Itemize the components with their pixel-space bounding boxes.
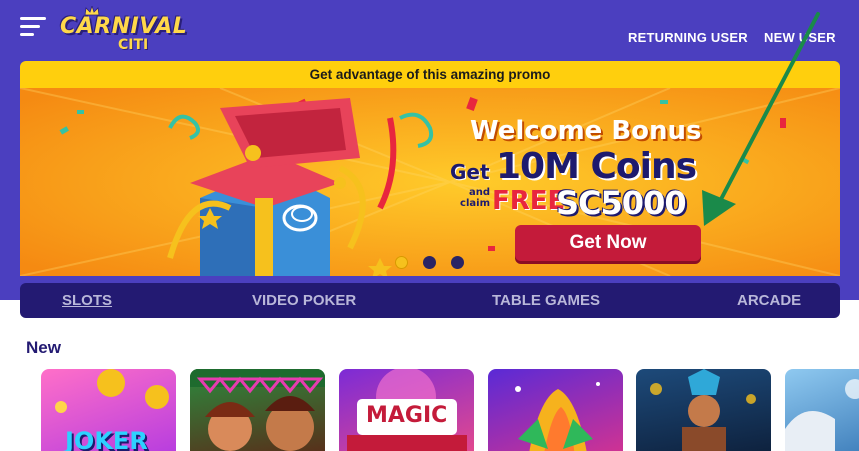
game-title: MAGIC (366, 403, 448, 428)
game-tile[interactable] (785, 369, 859, 451)
tab-video-poker[interactable]: VIDEO POKER (252, 283, 356, 318)
carousel-dot[interactable] (451, 256, 464, 269)
logo[interactable]: CARNIVAL CITI (60, 6, 187, 53)
logo-text-carnival: CARNIVAL (60, 14, 188, 39)
banner-coins-text: 10M Coins (496, 146, 697, 187)
game-tile[interactable] (488, 369, 623, 451)
carousel-dot[interactable] (395, 256, 408, 269)
game-tile[interactable]: JOKER (41, 369, 176, 451)
game-thumbnail (190, 369, 325, 451)
game-tile[interactable]: MAGIC (339, 369, 474, 451)
hamburger-menu-icon[interactable] (20, 17, 46, 37)
banner-artwork (20, 88, 840, 276)
game-tile[interactable] (636, 369, 771, 451)
new-user-link[interactable]: NEW USER (764, 30, 836, 45)
game-category-tabs: SLOTS VIDEO POKER TABLE GAMES ARCADE (20, 283, 840, 318)
header-area: CARNIVAL CITI RETURNING USER NEW USER Ge… (0, 0, 859, 300)
game-title: JOKER (65, 427, 148, 451)
promo-banner[interactable]: Welcome Bonus Get 10M Coins and claim FR… (20, 88, 840, 276)
banner-sc-amount: SC5000 (556, 184, 687, 222)
banner-headline: Welcome Bonus (470, 116, 702, 146)
logo-text-citi: CITI (118, 37, 149, 53)
banner-free-text: FREE (492, 186, 566, 216)
banner-get-text: Get (450, 160, 490, 184)
carousel-dot[interactable] (423, 256, 436, 269)
tab-table-games[interactable]: TABLE GAMES (492, 283, 600, 318)
tab-slots[interactable]: SLOTS (62, 283, 112, 318)
game-tile[interactable] (190, 369, 325, 451)
promo-bar: Get advantage of this amazing promo (20, 61, 840, 88)
tab-arcade[interactable]: ARCADE (737, 283, 801, 318)
returning-user-link[interactable]: RETURNING USER (628, 30, 748, 45)
game-thumbnail (515, 382, 600, 451)
banner-claim-text: and claim (460, 187, 490, 209)
game-thumbnail (650, 369, 756, 451)
game-thumbnail (785, 379, 859, 451)
get-now-button[interactable]: Get Now (515, 225, 701, 261)
section-title-new: New (26, 338, 61, 357)
